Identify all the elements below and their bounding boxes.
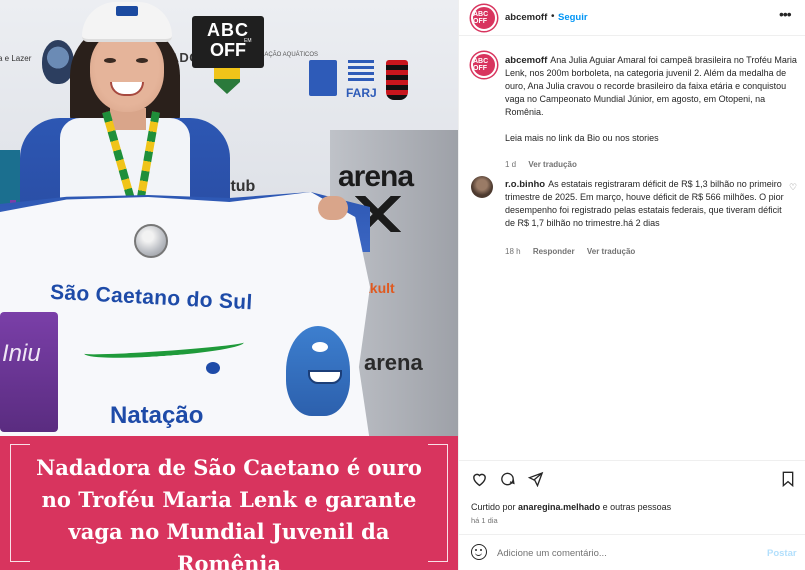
caption-time: 1 d [505, 160, 517, 169]
bag-text: Iniu [2, 340, 41, 367]
farj-logo-text: FARJ [346, 86, 377, 100]
like-heart-icon[interactable] [471, 471, 488, 492]
post-sidebar: ABC OFF abcemoff • Seguir ••• ABC OFF ab… [458, 0, 805, 570]
emoji-smiley-icon[interactable] [471, 544, 487, 560]
liked-by-user[interactable]: anaregina.melhado [518, 502, 600, 512]
post-image[interactable]: a e Lazer TADO FEDERAÇÃO AQUÁTICOS FARJ … [0, 0, 458, 570]
purple-bag [0, 312, 58, 432]
add-comment-bar: Postar [459, 534, 805, 570]
comment-bubble-icon[interactable] [499, 471, 516, 492]
caption-translate-link[interactable]: Ver tradução [528, 160, 576, 169]
swimmer-face [90, 30, 164, 112]
save-bookmark-icon[interactable] [781, 471, 795, 492]
share-paper-plane-icon[interactable] [527, 471, 544, 492]
caption-banner-text: Nadadora de São Caetano é ouro no Troféu… [36, 455, 422, 570]
flamengo-logo [386, 60, 408, 100]
instagram-post-modal: a e Lazer TADO FEDERAÇÃO AQUÁTICOS FARJ … [0, 0, 805, 570]
caption-username[interactable]: abcemoff [505, 55, 547, 66]
arena-logo-text: arena [338, 160, 414, 193]
post-actions: Curtido por anaregina.melhado e outras p… [459, 460, 805, 534]
separator-dot: • [551, 11, 555, 22]
profile-avatar[interactable]: ABC OFF [471, 5, 497, 31]
farj-logo [348, 60, 374, 84]
comment-username[interactable]: r.o.binho [505, 179, 545, 190]
post-date: há 1 dia [471, 516, 498, 525]
sport-logo [309, 60, 337, 96]
commenter-avatar[interactable] [471, 176, 493, 198]
gold-medal [134, 224, 168, 258]
sponsor-text-left: a e Lazer [0, 54, 32, 63]
itau-logo-text: itub [226, 178, 256, 195]
caption-text: Ana Julia Aguiar Amaral foi campeã brasi… [505, 55, 797, 117]
comment-time: 18 h [505, 247, 521, 256]
caption-text-2: Leia mais no link da Bio ou nos stories [505, 133, 659, 143]
liked-by: Curtido por anaregina.melhado e outras p… [471, 502, 672, 512]
arena-logo-text-2: arena [364, 350, 423, 375]
post-comment-button[interactable]: Postar [767, 548, 797, 559]
comment-input[interactable] [497, 544, 757, 562]
post-header: ABC OFF abcemoff • Seguir ••• [459, 0, 805, 36]
abcemoff-logo: ABC OFF EM [192, 16, 264, 68]
caption-avatar[interactable]: ABC OFF [471, 52, 497, 78]
follow-button[interactable]: Seguir [558, 12, 588, 23]
comment-translate-link[interactable]: Ver tradução [587, 247, 635, 256]
comment-like-heart-icon[interactable]: ♡ [789, 182, 797, 193]
more-horizontal-icon[interactable]: ••• [779, 6, 792, 22]
comment-reply-button[interactable]: Responder [533, 247, 575, 256]
header-username[interactable]: abcemoff [505, 12, 547, 23]
flag-subtitle: Natação [110, 402, 204, 429]
comment-text: As estatais registraram déficit de R$ 1,… [505, 179, 784, 228]
